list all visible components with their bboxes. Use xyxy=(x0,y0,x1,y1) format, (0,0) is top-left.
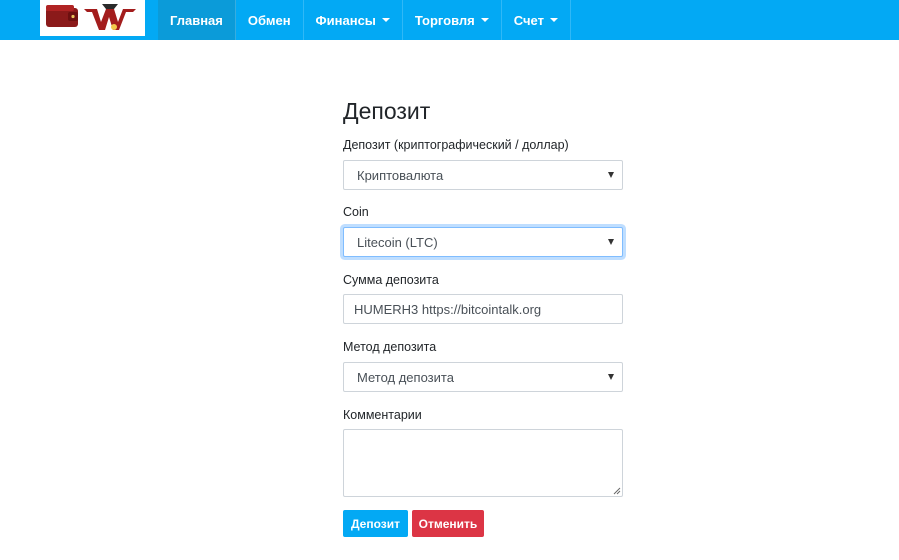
method-value: Метод депозита xyxy=(357,369,454,385)
nav-item-label: Торговля xyxy=(414,12,475,28)
coin-select[interactable]: Litecoin (LTC) xyxy=(343,227,623,257)
amount-value: HUMERH3 https://bitcointalk.org xyxy=(354,301,542,317)
deposit-type-label: Депозит (криптографический / доллар) xyxy=(343,138,569,152)
caret-down-icon xyxy=(549,18,558,22)
comments-label: Комментарии xyxy=(343,408,422,422)
coin-label: Coin xyxy=(343,205,369,219)
cancel-button-label: Отменить xyxy=(418,516,478,531)
caret-down-icon xyxy=(480,18,489,22)
nav-item-account[interactable]: Счет xyxy=(502,0,571,40)
top-navbar: Главная Обмен Финансы Торговля Счет xyxy=(0,0,899,40)
caret-down-icon xyxy=(381,18,390,22)
comments-textarea[interactable] xyxy=(343,429,623,497)
amount-label: Сумма депозита xyxy=(343,273,439,287)
deposit-submit-button[interactable]: Депозит xyxy=(343,510,408,537)
nav-item-exchange[interactable]: Обмен xyxy=(236,0,304,40)
coin-value: Litecoin (LTC) xyxy=(357,234,438,250)
main-nav: Главная Обмен Финансы Торговля Счет xyxy=(158,0,571,40)
deposit-form: Депозит Депозит (криптографический / дол… xyxy=(343,95,623,537)
deposit-type-value: Криптовалюта xyxy=(357,167,444,183)
method-select[interactable]: Метод депозита xyxy=(343,362,623,392)
nav-item-home[interactable]: Главная xyxy=(158,0,236,40)
chevron-down-icon xyxy=(608,172,614,178)
deposit-type-select[interactable]: Криптовалюта xyxy=(343,160,623,190)
nav-item-trading[interactable]: Торговля xyxy=(403,0,502,40)
nav-item-label: Финансы xyxy=(315,12,376,28)
chevron-down-icon xyxy=(608,374,614,380)
amount-input[interactable]: HUMERH3 https://bitcointalk.org xyxy=(343,294,623,324)
brand-logo[interactable] xyxy=(40,0,145,36)
cancel-button[interactable]: Отменить xyxy=(412,510,484,537)
nav-item-label: Обмен xyxy=(247,12,291,28)
nav-item-label: Счет xyxy=(513,12,544,28)
nav-item-finance[interactable]: Финансы xyxy=(304,0,403,40)
page-title: Депозит xyxy=(343,98,431,124)
deposit-submit-label: Депозит xyxy=(350,516,400,531)
chevron-down-icon xyxy=(608,239,614,245)
method-label: Метод депозита xyxy=(343,340,437,354)
nav-item-label: Главная xyxy=(170,12,223,28)
wallet-logo-icon xyxy=(46,4,136,30)
resize-handle-icon[interactable] xyxy=(613,487,621,495)
